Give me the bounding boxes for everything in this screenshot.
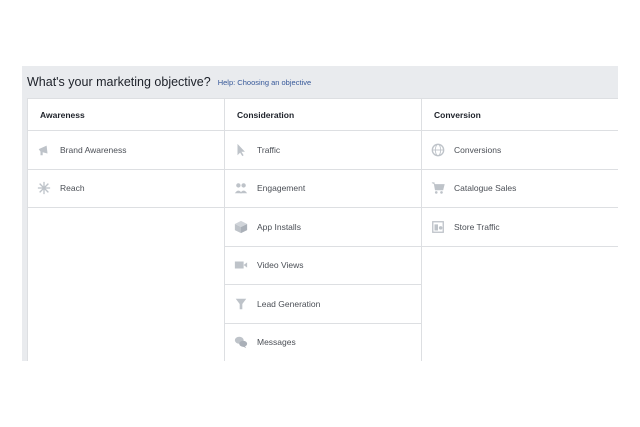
chat-bubbles-icon	[234, 335, 248, 349]
objective-app-installs[interactable]: App Installs	[225, 208, 421, 247]
objective-conversions[interactable]: Conversions	[422, 131, 618, 170]
objective-label: Catalogue Sales	[454, 183, 517, 194]
objective-label: Store Traffic	[454, 221, 500, 232]
objective-label: Lead Generation	[257, 298, 321, 309]
help-link[interactable]: Help: Choosing an objective	[218, 78, 311, 87]
column-heading-awareness: Awareness	[28, 99, 224, 131]
objective-label: App Installs	[257, 221, 301, 232]
store-icon	[431, 220, 445, 234]
column-consideration: Consideration Traffic Engagement App Ins…	[225, 99, 422, 361]
objective-traffic[interactable]: Traffic	[225, 131, 421, 170]
objective-video-views[interactable]: Video Views	[225, 247, 421, 285]
column-conversion: Conversion Conversions Catalogue Sales S…	[422, 99, 618, 361]
shopping-cart-icon	[431, 181, 445, 195]
objective-store-traffic[interactable]: Store Traffic	[422, 208, 618, 247]
objective-label: Brand Awareness	[60, 144, 127, 155]
objective-label: Engagement	[257, 183, 306, 194]
objective-label: Video Views	[257, 260, 304, 271]
objective-reach[interactable]: Reach	[28, 170, 224, 208]
objective-label: Traffic	[257, 144, 281, 155]
column-heading-consideration: Consideration	[225, 99, 421, 131]
cursor-icon	[234, 143, 248, 157]
objective-label: Reach	[60, 183, 85, 194]
objective-brand-awareness[interactable]: Brand Awareness	[28, 131, 224, 170]
column-heading-conversion: Conversion	[422, 99, 618, 131]
objective-engagement[interactable]: Engagement	[225, 170, 421, 208]
objective-lead-generation[interactable]: Lead Generation	[225, 285, 421, 324]
box-icon	[234, 220, 248, 234]
page-title: What's your marketing objective?	[27, 75, 211, 89]
funnel-icon	[234, 297, 248, 311]
video-camera-icon	[234, 258, 248, 272]
objective-table: Awareness Brand Awareness Reach Consider…	[27, 98, 618, 361]
globe-icon	[431, 143, 445, 157]
megaphone-icon	[37, 143, 51, 157]
column-awareness: Awareness Brand Awareness Reach	[28, 99, 225, 361]
objective-panel: What's your marketing objective? Help: C…	[22, 66, 618, 361]
people-icon	[234, 181, 248, 195]
objective-label: Messages	[257, 337, 296, 348]
reach-icon	[37, 181, 51, 195]
objective-messages[interactable]: Messages	[225, 324, 421, 362]
objective-catalogue-sales[interactable]: Catalogue Sales	[422, 170, 618, 208]
objective-label: Conversions	[454, 144, 502, 155]
panel-header: What's your marketing objective? Help: C…	[22, 66, 618, 98]
